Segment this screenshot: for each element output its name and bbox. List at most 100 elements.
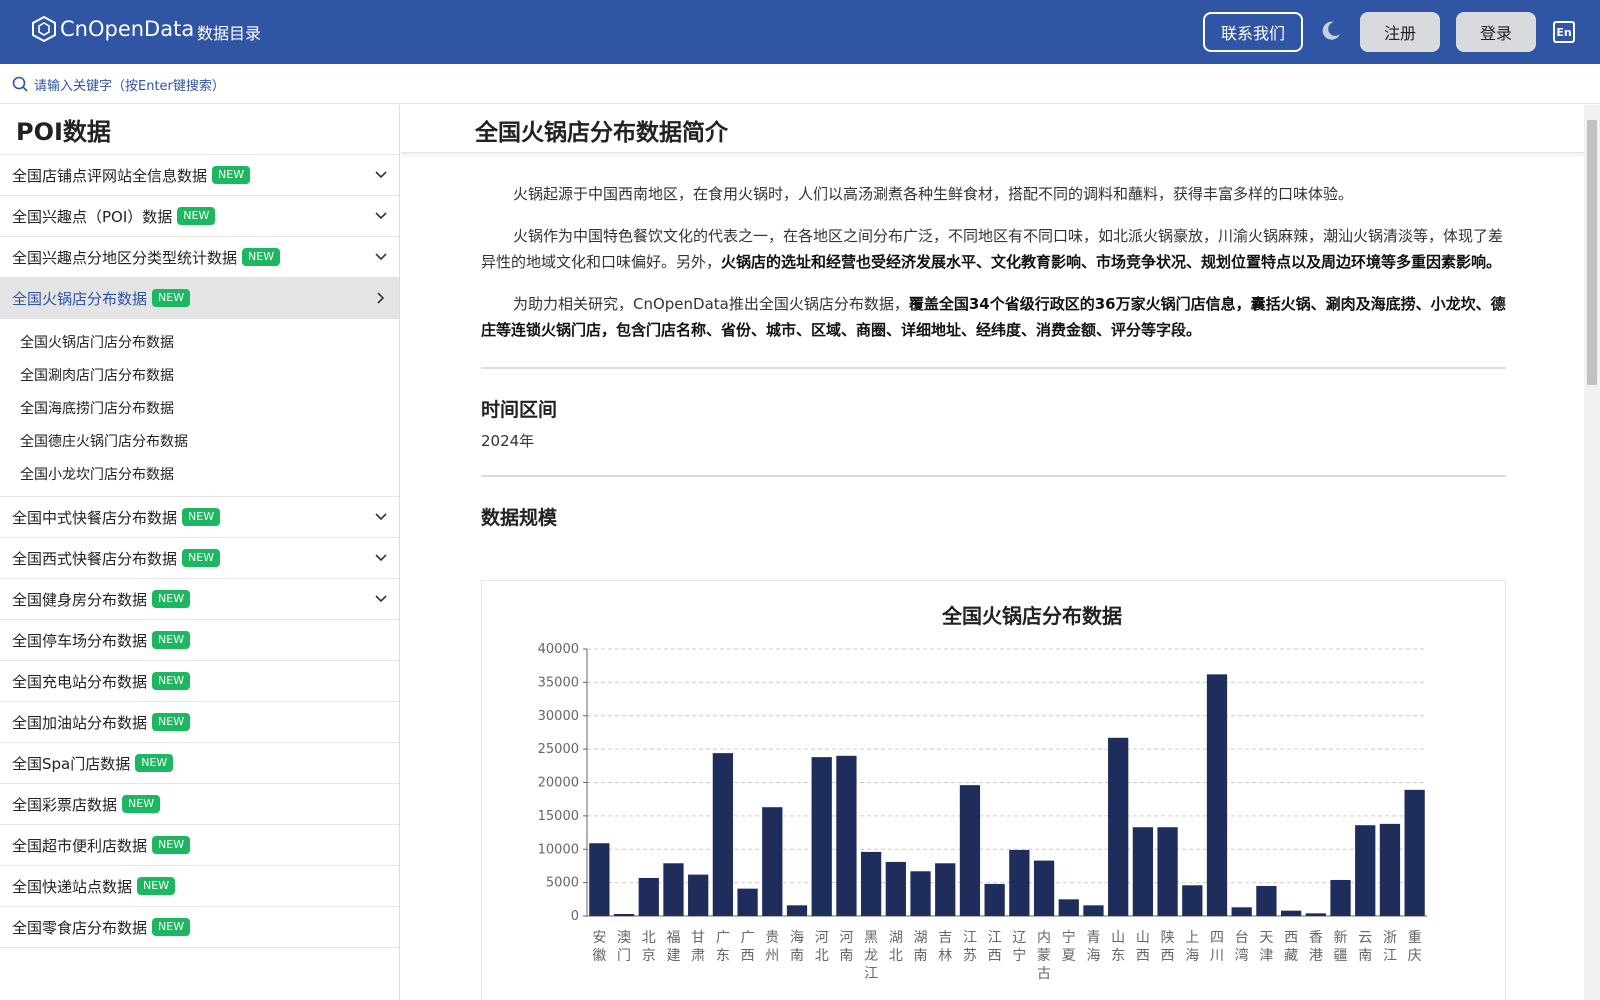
sidebar-category[interactable]: 全国健身房分布数据 NEW (0, 579, 399, 620)
x-tick-label: 河北 (815, 930, 829, 964)
new-badge: NEW (137, 877, 176, 895)
bar (1058, 899, 1079, 916)
x-tick-label: 海南 (790, 930, 804, 964)
chart-title: 全国火锅店分布数据 (941, 604, 1122, 628)
bar (613, 913, 635, 916)
x-tick-label: 台湾 (1235, 930, 1249, 964)
sidebar-title: POI数据 (0, 105, 399, 155)
chevron-down-icon[interactable] (375, 511, 387, 523)
bar (1330, 879, 1351, 916)
x-tick-label: 河南 (839, 930, 853, 964)
new-badge: NEW (177, 207, 216, 225)
sidebar-subitem[interactable]: 全国涮肉店门店分布数据 (0, 358, 399, 391)
sidebar-category[interactable]: 全国西式快餐店分布数据 NEW (0, 538, 399, 579)
bar (860, 851, 882, 916)
sidebar-subitem[interactable]: 全国小龙坎门店分布数据 (0, 457, 399, 490)
x-tick-label: 北京 (642, 930, 656, 964)
sidebar-category[interactable]: 全国加油站分布数据 NEW (0, 702, 399, 743)
bar (984, 883, 1005, 916)
sidebar-subitem[interactable]: 全国火锅店门店分布数据 (0, 325, 399, 358)
dark-mode-moon-icon[interactable] (1320, 20, 1342, 42)
category-label: 全国充电站分布数据 (12, 672, 148, 691)
bar (910, 871, 931, 916)
category-label: 全国健身房分布数据 (12, 590, 148, 609)
sidebar-category[interactable]: 全国彩票店数据 NEW (0, 784, 399, 825)
scale-heading: 数据规模 (481, 507, 558, 529)
sidebar-category[interactable]: 全国零食店分布数据 NEW (0, 907, 399, 948)
sidebar-category[interactable]: 全国兴趣点分地区分类型统计数据 NEW (0, 237, 399, 278)
sidebar-category[interactable]: 全国充电站分布数据 NEW (0, 661, 399, 702)
bar (1108, 737, 1129, 916)
chevron-down-icon[interactable] (375, 251, 387, 263)
sidebar-category[interactable]: 全国停车场分布数据 NEW (0, 620, 399, 661)
x-tick-label: 山东 (1111, 930, 1125, 964)
category-label: 全国停车场分布数据 (12, 631, 148, 650)
logo[interactable]: CnOpenData (32, 16, 194, 42)
search-icon (12, 76, 28, 92)
bar (959, 785, 981, 916)
x-tick-label: 上海 (1185, 930, 1199, 964)
search-bar[interactable]: 请输入关键字（按Enter键搜索） (0, 64, 1600, 104)
sidebar-category[interactable]: 全国中式快餐店分布数据 NEW (0, 497, 399, 538)
y-tick-label: 10000 (538, 842, 579, 857)
x-tick-label: 香港 (1309, 930, 1323, 964)
sidebar-category[interactable]: 全国火锅店分布数据 NEW (0, 278, 399, 319)
login-button[interactable]: 登录 (1456, 12, 1536, 52)
bar (1231, 907, 1252, 916)
search-input[interactable]: 请输入关键字（按Enter键搜索） (34, 75, 225, 94)
sidebar-category[interactable]: 全国Spa门店数据 NEW (0, 743, 399, 784)
bar (762, 807, 783, 916)
bar (1157, 827, 1178, 916)
bar (1182, 885, 1203, 916)
contact-us-button[interactable]: 联系我们 (1203, 12, 1303, 52)
article: 火锅起源于中国西南地区，在食用火锅时，人们以高汤涮煮各种生鲜食材，搭配不同的调料… (481, 181, 1506, 538)
new-badge: NEW (242, 248, 281, 266)
divider (481, 475, 1506, 477)
language-switch-icon[interactable]: En (1553, 21, 1575, 43)
chevron-down-icon[interactable] (375, 169, 387, 181)
chevron-down-icon[interactable] (375, 210, 387, 222)
sidebar-category[interactable]: 全国店铺点评网站全信息数据 NEW (0, 155, 399, 196)
x-tick-label: 安徽 (592, 930, 606, 964)
sidebar-category[interactable]: 全国超市便利店数据 NEW (0, 825, 399, 866)
register-button[interactable]: 注册 (1360, 12, 1440, 52)
sidebar-category[interactable]: 全国快递站点数据 NEW (0, 866, 399, 907)
bar (638, 877, 659, 916)
hexagon-logo-icon (32, 16, 56, 42)
x-tick-label: 内蒙古 (1037, 930, 1051, 982)
category-label: 全国中式快餐店分布数据 (12, 508, 178, 527)
new-badge: NEW (152, 672, 191, 690)
x-tick-label: 澳门 (617, 930, 631, 964)
bar (1206, 674, 1228, 916)
bar (663, 863, 684, 916)
bar (885, 861, 906, 916)
new-badge: NEW (182, 508, 221, 526)
new-badge: NEW (152, 631, 191, 649)
bar (712, 753, 734, 916)
chevron-down-icon[interactable] (375, 593, 387, 605)
x-tick-label: 新疆 (1334, 930, 1348, 964)
nav-data-catalog[interactable]: 数据目录 (197, 20, 261, 44)
chevron-down-icon[interactable] (375, 552, 387, 564)
y-tick-label: 30000 (538, 709, 579, 724)
category-label: 全国兴趣点分地区分类型统计数据 (12, 248, 238, 267)
chevron-right-icon[interactable] (375, 292, 387, 304)
bar (1009, 849, 1030, 916)
sidebar-category[interactable]: 全国兴趣点（POI）数据 NEW (0, 196, 399, 237)
category-label: 全国兴趣点（POI）数据 (12, 207, 173, 226)
bar (1083, 905, 1104, 916)
new-badge: NEW (122, 795, 161, 813)
bar (1404, 789, 1425, 916)
sidebar-subitem[interactable]: 全国海底捞门店分布数据 (0, 391, 399, 424)
x-tick-label: 广西 (741, 930, 755, 964)
bar (935, 863, 956, 916)
top-navbar: CnOpenData 数据目录 联系我们 注册 登录 En (0, 0, 1600, 64)
x-tick-label: 广东 (716, 930, 730, 964)
x-tick-label: 云南 (1358, 930, 1372, 964)
period-heading: 时间区间 (481, 399, 558, 421)
sidebar-subitem[interactable]: 全国德庄火锅门店分布数据 (0, 424, 399, 457)
bar (1355, 825, 1376, 916)
x-tick-label: 贵州 (765, 930, 779, 964)
x-tick-label: 福建 (666, 930, 680, 964)
scrollbar-thumb[interactable] (1587, 120, 1597, 385)
